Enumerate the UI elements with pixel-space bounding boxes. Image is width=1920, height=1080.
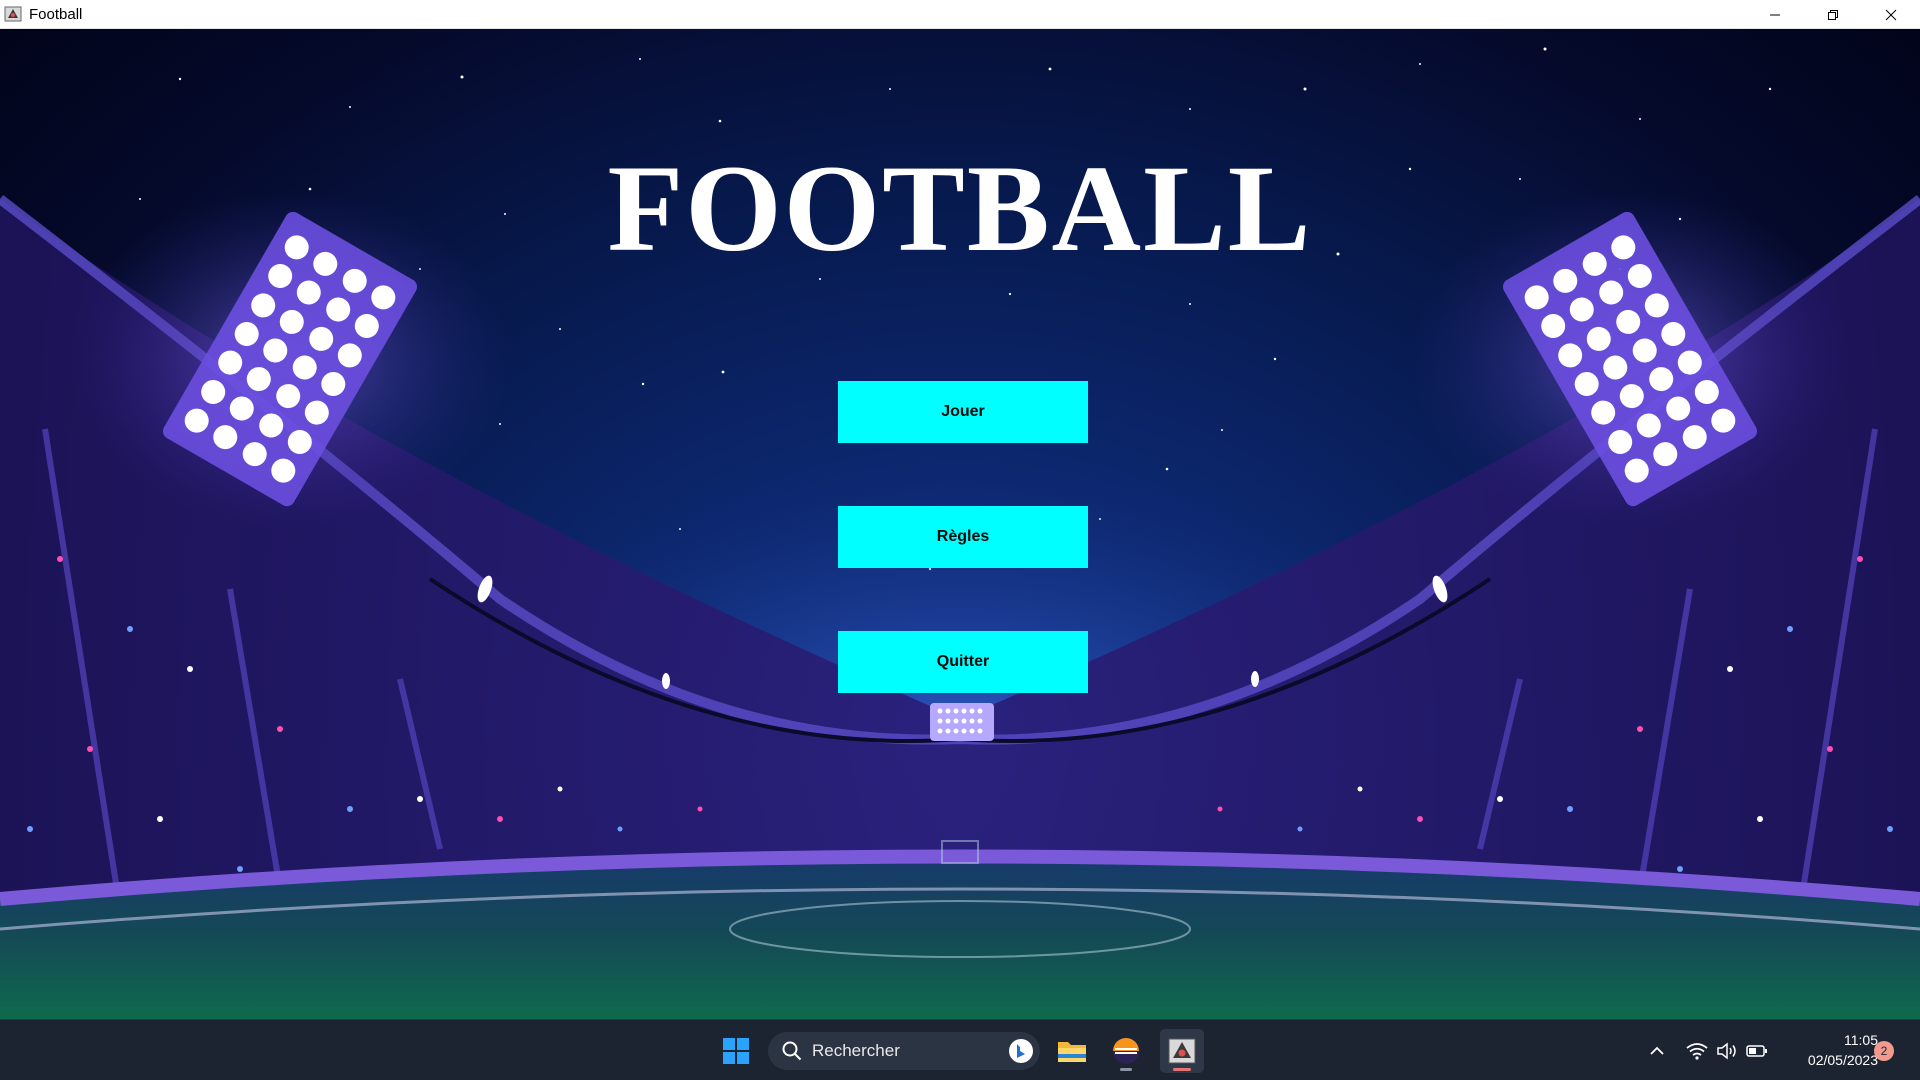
show-hidden-icons-button[interactable] (1645, 1039, 1669, 1063)
start-button[interactable] (714, 1029, 758, 1073)
volume-icon (1717, 1042, 1736, 1060)
clock-date: 02/05/2023 (1807, 1052, 1878, 1068)
window-title: Football (29, 5, 83, 23)
quit-button[interactable]: Quitter (838, 631, 1088, 693)
file-explorer-icon (1058, 1042, 1086, 1062)
close-button[interactable] (1862, 0, 1920, 29)
restore-button[interactable] (1804, 0, 1862, 29)
battery-button[interactable] (1745, 1039, 1769, 1063)
search-placeholder: Rechercher (812, 1041, 900, 1060)
notification-badge[interactable]: 2 (1874, 1041, 1894, 1061)
eclipse-icon (1113, 1038, 1139, 1064)
game-canvas: FOOTBALL Jouer Règles Quitter (0, 29, 1920, 1019)
windows-start-icon (723, 1038, 749, 1064)
play-button[interactable]: Jouer (838, 381, 1088, 443)
close-icon (1885, 9, 1897, 20)
taskbar-app-football[interactable] (1160, 1029, 1204, 1073)
system-clock[interactable]: 11:05 02/05/2023 (1782, 1030, 1878, 1070)
bing-button[interactable] (1006, 1036, 1036, 1066)
volume-button[interactable] (1715, 1039, 1739, 1063)
window-titlebar: Football (0, 0, 1920, 29)
wifi-icon (1686, 1043, 1708, 1060)
rules-button[interactable]: Règles (838, 506, 1088, 568)
taskbar-app-file-explorer[interactable] (1050, 1029, 1094, 1073)
minimize-button[interactable] (1746, 0, 1804, 29)
wifi-button[interactable] (1685, 1039, 1709, 1063)
taskbar-app-eclipse[interactable] (1104, 1029, 1148, 1073)
game-title: FOOTBALL (607, 140, 1313, 277)
football-app-icon (3, 4, 23, 24)
bing-icon (1009, 1039, 1033, 1063)
minimize-icon (1770, 14, 1780, 15)
clock-time: 11:05 (1844, 1032, 1878, 1048)
search-icon (782, 1041, 802, 1061)
football-app-icon (1168, 1038, 1196, 1064)
running-indicator (1120, 1068, 1132, 1071)
taskbar: Rechercher 11:05 02/05/2023 2 (0, 1019, 1920, 1080)
active-indicator (1173, 1068, 1191, 1071)
battery-icon (1746, 1045, 1767, 1057)
restore-icon (1828, 9, 1838, 20)
chevron-up-icon (1650, 1046, 1664, 1055)
search-input[interactable]: Rechercher (768, 1032, 1040, 1070)
window-controls (1746, 0, 1920, 29)
